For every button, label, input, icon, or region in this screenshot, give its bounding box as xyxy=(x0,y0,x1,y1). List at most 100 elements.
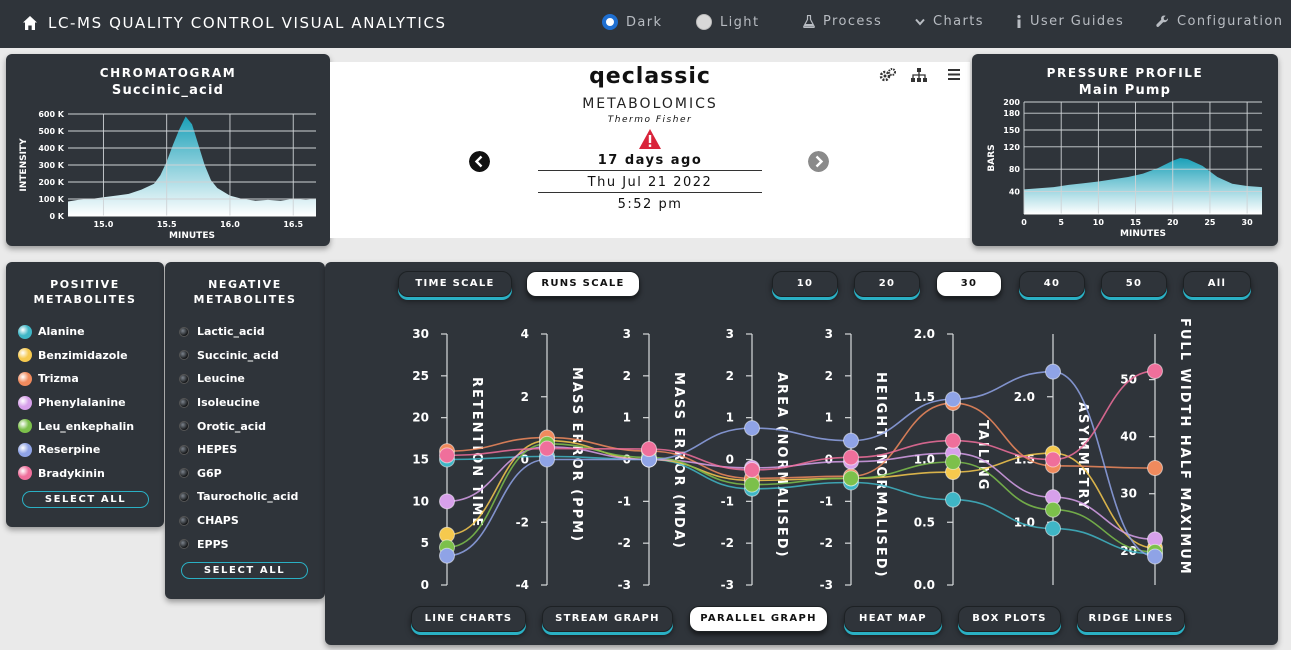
count-all-button[interactable]: All xyxy=(1183,271,1251,297)
nav-process[interactable]: Process xyxy=(803,14,882,29)
series-point xyxy=(744,420,760,437)
positive-select-all-button[interactable]: SELECT ALL xyxy=(22,491,149,508)
x-tick-label: 15.0 xyxy=(94,220,114,229)
axis-tick-label: 15 xyxy=(412,453,429,467)
radio-selected-icon[interactable] xyxy=(602,14,618,30)
runs-scale-button[interactable]: RUNS SCALE xyxy=(526,271,640,297)
negative-metabolites-panel: NEGATIVE METABOLITES Lactic_acid Succinic… xyxy=(165,262,325,599)
y-tick-label: 300 K xyxy=(38,161,64,170)
series-point xyxy=(843,432,859,449)
series-point xyxy=(843,449,859,466)
stream-graph-button[interactable]: STREAM GRAPH xyxy=(542,606,673,632)
brand[interactable]: LC-MS QUALITY CONTROL VISUAL ANALYTICS xyxy=(22,14,447,32)
next-instrument-button[interactable] xyxy=(808,151,829,172)
metabolite-label: Isoleucine xyxy=(197,396,260,410)
series-point xyxy=(439,493,455,510)
heat-map-button[interactable]: HEAT MAP xyxy=(844,606,942,632)
positive-metabolite-item[interactable]: Bradykinin xyxy=(6,462,164,486)
theme-light-option[interactable]: Light xyxy=(696,14,759,30)
x-tick-label: 25 xyxy=(1204,218,1216,227)
axis-tick-label: -3 xyxy=(618,578,631,592)
cogs-icon[interactable] xyxy=(879,68,896,82)
color-dot-icon xyxy=(179,373,189,384)
axis-tick-label: 3 xyxy=(623,327,631,341)
y-tick-label: 500 K xyxy=(38,127,64,136)
negative-metabolite-item[interactable]: Taurocholic_acid xyxy=(165,485,325,509)
axis-tick-label: -2 xyxy=(820,536,833,550)
y-tick-label: 200 K xyxy=(38,178,64,187)
series-point xyxy=(439,547,455,564)
color-dot-icon xyxy=(179,468,189,479)
negative-select-all-button[interactable]: SELECT ALL xyxy=(181,562,308,579)
box-plots-button[interactable]: BOX PLOTS xyxy=(958,606,1061,632)
previous-instrument-button[interactable] xyxy=(469,151,490,172)
axis-tick-label: 1 xyxy=(825,411,833,425)
count-20-button[interactable]: 20 xyxy=(854,271,920,297)
flask-icon xyxy=(803,15,815,28)
positive-metabolite-item[interactable]: Benzimidazole xyxy=(6,344,164,368)
chevron-down-icon xyxy=(915,18,925,26)
charts-label: Charts xyxy=(933,14,984,29)
axis-tick-label: -2 xyxy=(516,515,529,529)
last-run-relative: 17 days ago xyxy=(538,153,762,171)
negative-metabolite-item[interactable]: Leucine xyxy=(165,367,325,391)
positive-metabolite-item[interactable]: Trizma xyxy=(6,367,164,391)
negative-metabolite-item[interactable]: Isoleucine xyxy=(165,391,325,415)
radio-unselected-icon[interactable] xyxy=(696,14,712,30)
count-30-button[interactable]: 30 xyxy=(936,271,1002,297)
color-dot-icon xyxy=(179,350,189,361)
positive-metabolite-item[interactable]: Phenylalanine xyxy=(6,391,164,415)
positive-title-line1: POSITIVE xyxy=(50,278,120,291)
axis-tick-label: 30 xyxy=(412,327,429,341)
positive-title-line2: METABOLITES xyxy=(33,293,137,306)
metabolite-label: Leucine xyxy=(197,372,245,386)
axis-name: AREA (NORMALISED) xyxy=(774,372,789,559)
positive-metabolite-item[interactable]: Leu_enkephalin xyxy=(6,414,164,438)
color-dot-icon xyxy=(179,491,189,502)
negative-metabolite-item[interactable]: Succinic_acid xyxy=(165,344,325,368)
metabolite-label: Orotic_acid xyxy=(197,419,266,433)
negative-metabolite-item[interactable]: G6P xyxy=(165,462,325,486)
x-axis-label: MINUTES xyxy=(1120,229,1166,239)
metabolite-label: Benzimidazole xyxy=(38,348,128,362)
menu-icon[interactable] xyxy=(948,69,960,80)
line-charts-button[interactable]: LINE CHARTS xyxy=(411,606,526,632)
nav-user-guides[interactable]: User Guides xyxy=(1016,14,1124,29)
axis-tick-label: 30 xyxy=(1120,487,1137,501)
x-tick-label: 10 xyxy=(1093,218,1105,227)
axis-tick-label: -2 xyxy=(721,536,734,550)
count-10-button[interactable]: 10 xyxy=(772,271,838,297)
count-40-button[interactable]: 40 xyxy=(1019,271,1085,297)
y-tick-label: 100 K xyxy=(38,195,64,204)
time-scale-button[interactable]: TIME SCALE xyxy=(398,271,512,297)
negative-metabolite-item[interactable]: Orotic_acid xyxy=(165,414,325,438)
axis-tick-label: 40 xyxy=(1120,430,1137,444)
instrument-name: qeclassic xyxy=(589,64,711,89)
negative-metabolite-item[interactable]: CHAPS xyxy=(165,509,325,533)
axis-tick-label: -1 xyxy=(820,494,833,508)
parallel-coordinates-chart: 0 5 10 15 20 25 30 RETENTION TIME -4 -2 0 2 4 MASS ER… xyxy=(412,318,1192,592)
count-50-button[interactable]: 50 xyxy=(1101,271,1167,297)
nav-configuration[interactable]: Configuration xyxy=(1156,14,1283,29)
y-axis-label: BARS xyxy=(987,144,997,171)
theme-dark-option[interactable]: Dark xyxy=(602,14,662,30)
parallel-graph-button[interactable]: PARALLEL GRAPH xyxy=(689,606,828,632)
positive-metabolite-item[interactable]: Reserpine xyxy=(6,438,164,462)
ridge-lines-button[interactable]: RIDGE LINES xyxy=(1077,606,1185,632)
axis-tick-label: 3 xyxy=(825,327,833,341)
negative-metabolite-item[interactable]: EPPS xyxy=(165,532,325,556)
color-dot-icon xyxy=(179,539,189,550)
nav-charts[interactable]: Charts xyxy=(915,14,984,29)
x-tick-label: 0 xyxy=(1021,218,1027,227)
negative-metabolite-item[interactable]: Lactic_acid xyxy=(165,320,325,344)
instrument-vendor: Thermo Fisher xyxy=(607,115,693,125)
positive-metabolite-item[interactable]: Alanine xyxy=(6,320,164,344)
sitemap-icon[interactable] xyxy=(911,68,927,82)
light-label: Light xyxy=(720,14,760,30)
negative-metabolite-item[interactable]: HEPES xyxy=(165,438,325,462)
x-tick-label: 16.0 xyxy=(220,220,240,229)
color-dot-icon xyxy=(18,395,32,410)
series-point xyxy=(1147,363,1163,380)
x-tick-label: 5 xyxy=(1058,218,1064,227)
axis-tick-label: -3 xyxy=(721,578,734,592)
